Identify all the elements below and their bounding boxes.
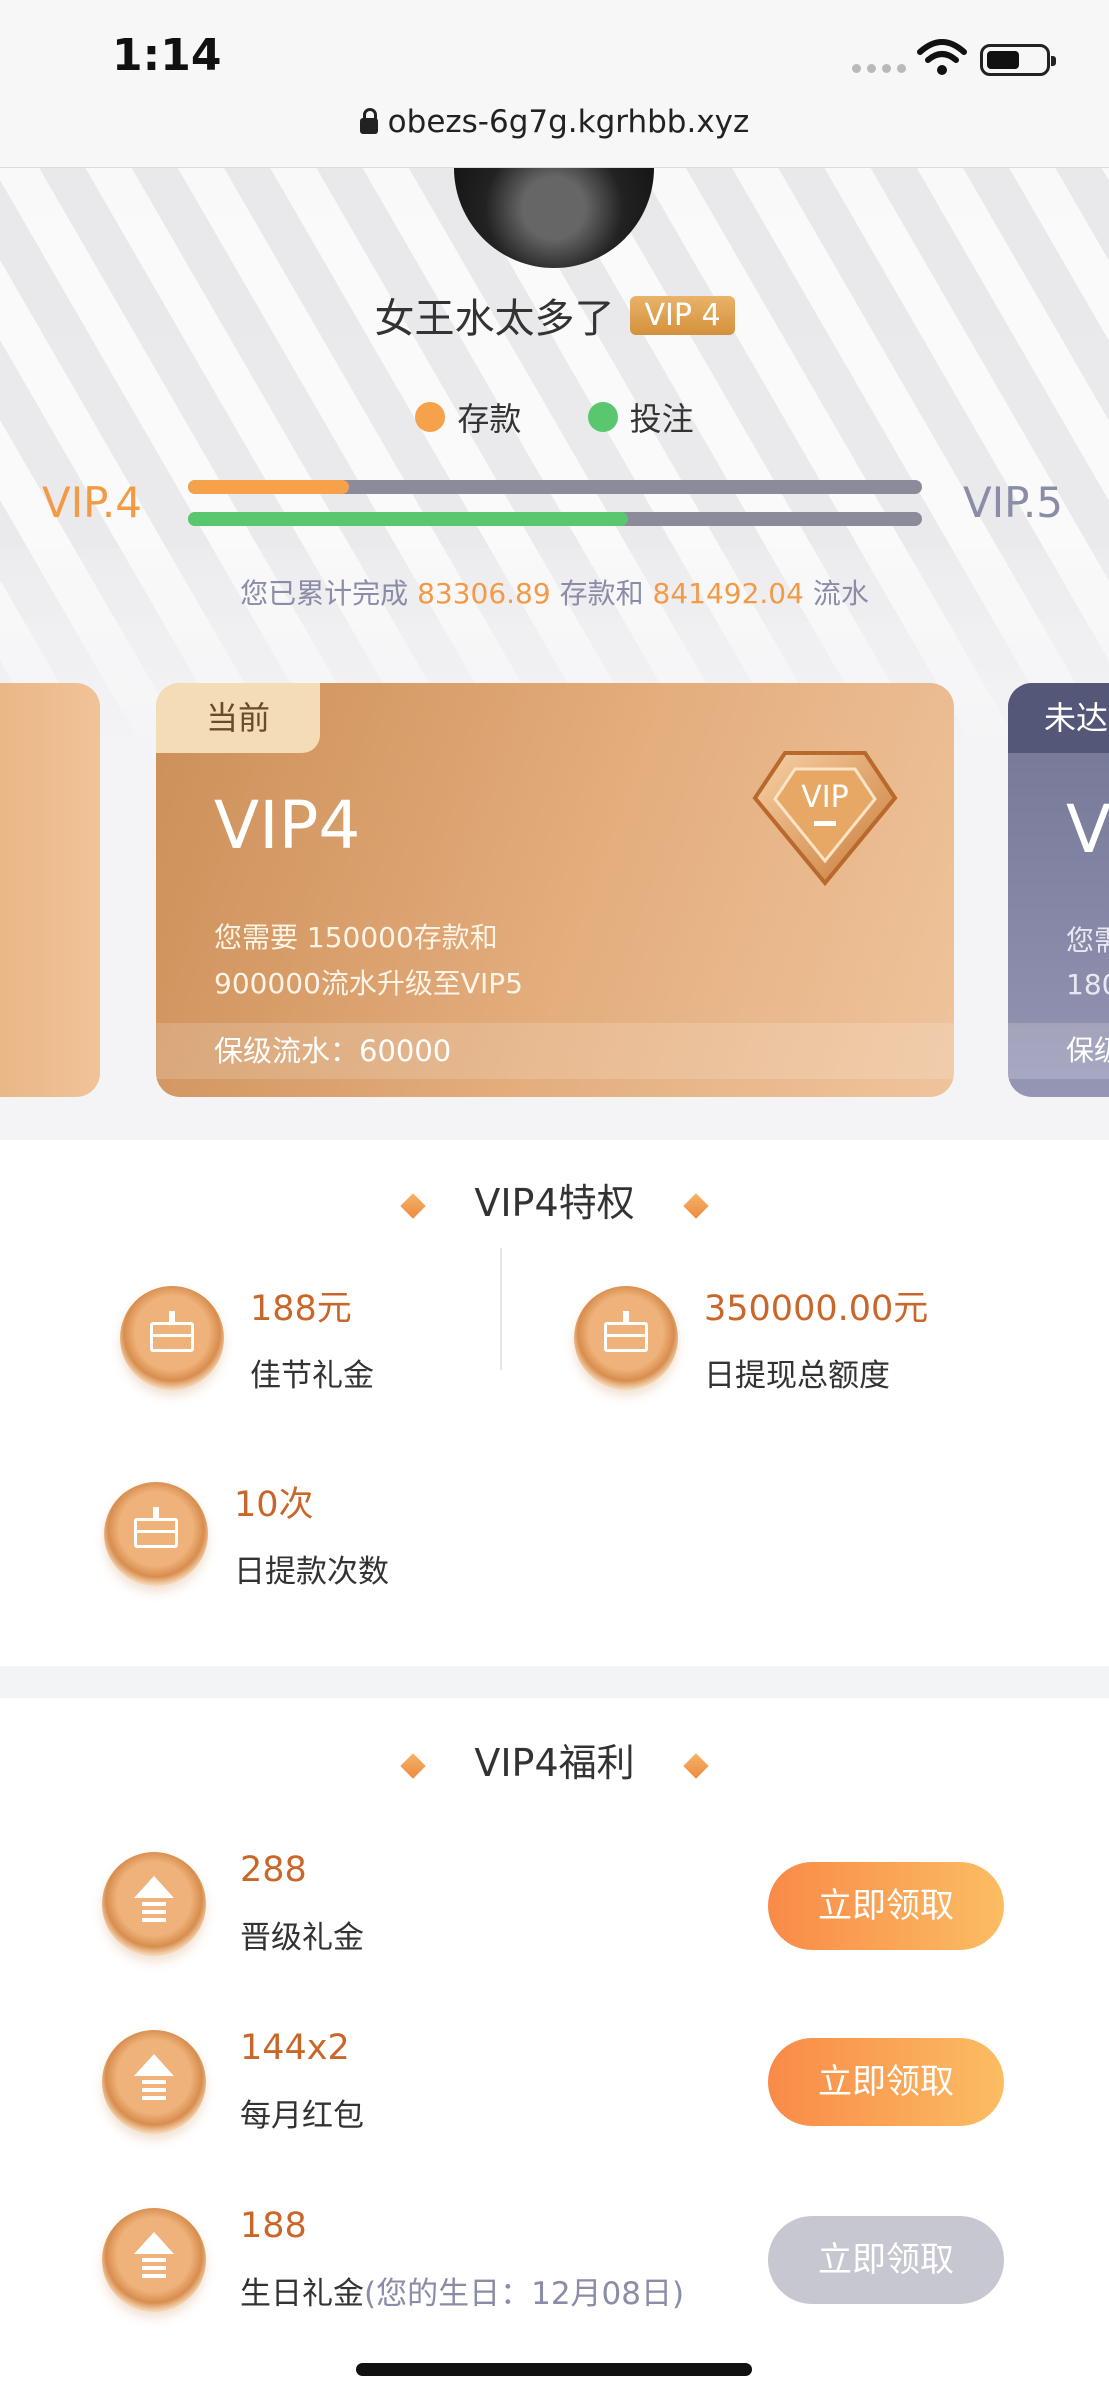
claim-monthly-redpacket-button[interactable]: 立即领取 xyxy=(768,2038,1004,2126)
progress-summary: 您已累计完成 83306.89 存款和 841492.04 流水 xyxy=(240,577,869,610)
vip-level-badge: VIP 4 xyxy=(630,295,735,335)
username-row: 女王水太多了 VIP 4 xyxy=(0,286,1109,344)
not-reached-tag: 未达 xyxy=(1008,683,1109,753)
green-dot-icon xyxy=(587,402,618,432)
legend-deposit: 存款 xyxy=(415,394,521,440)
divider xyxy=(500,1248,502,1370)
vip-card-next[interactable]: 未达 V 您需 180 保级 xyxy=(1008,683,1109,1097)
diamond-icon xyxy=(682,1192,709,1219)
current-tag: 当前 xyxy=(156,683,320,753)
bet-progress-bar xyxy=(188,512,922,526)
legend-bet: 投注 xyxy=(587,394,694,440)
deposit-progress-bar xyxy=(188,480,922,494)
card-title: VIP4 xyxy=(214,787,361,864)
battery-icon xyxy=(980,44,1056,76)
orange-dot-icon xyxy=(415,402,446,432)
benefit-value: 144x2 xyxy=(240,2028,350,2068)
svg-text:VIP: VIP xyxy=(801,780,848,815)
privilege-value: 188元 xyxy=(250,1289,352,1329)
home-indicator xyxy=(356,2363,752,2376)
privilege-label: 佳节礼金 xyxy=(250,1358,374,1394)
address-bar[interactable]: obezs-6g7g.kgrhbb.xyz xyxy=(0,104,1109,140)
benefit-label: 晋级礼金 xyxy=(240,1920,364,1956)
gift-box-icon xyxy=(120,1286,224,1390)
vip-card-previous[interactable] xyxy=(0,683,100,1097)
status-time: 1:14 xyxy=(112,30,222,81)
retention-turnover: 保级流水：60000 xyxy=(156,1023,954,1079)
lock-icon xyxy=(359,108,378,134)
avatar[interactable] xyxy=(454,168,654,268)
wifi-icon xyxy=(917,39,967,75)
diamond-icon xyxy=(682,1752,709,1779)
gift-box-icon xyxy=(104,1482,208,1586)
benefit-label: 生日礼金(您的生日：12月08日) xyxy=(240,2276,685,2312)
username: 女王水太多了 xyxy=(374,296,615,342)
privileges-title: VIP4特权 xyxy=(0,1172,1109,1227)
upgrade-arrow-icon xyxy=(102,2208,206,2312)
privilege-label: 日提现总额度 xyxy=(704,1358,890,1394)
progress-legend: 存款 投注 xyxy=(0,394,1109,440)
upgrade-requirement: 您需要 150000存款和 900000流水升级至VIP5 xyxy=(214,921,523,1000)
claim-birthday-bonus-button[interactable]: 立即领取 xyxy=(768,2216,1004,2304)
upgrade-arrow-icon xyxy=(102,2030,206,2134)
benefit-value: 188 xyxy=(240,2206,307,2246)
gift-box-icon xyxy=(574,1286,678,1390)
current-level-label: VIP.4 xyxy=(42,478,142,527)
privilege-label: 日提款次数 xyxy=(234,1554,389,1590)
deposit-progress-fill xyxy=(188,480,350,494)
browser-status-bar: 1:14 obezs-6g7g.kgrhbb.xyz xyxy=(0,0,1109,168)
benefits-title: VIP4福利 xyxy=(0,1732,1109,1787)
url-text: obezs-6g7g.kgrhbb.xyz xyxy=(387,104,750,140)
signal-icon xyxy=(852,64,906,73)
birthday-note: (您的生日：12月08日) xyxy=(364,2276,685,2312)
privileges-section: VIP4特权 188元 佳节礼金 350000.00元 日提现总额度 10次 日… xyxy=(0,1140,1109,1666)
benefit-value: 288 xyxy=(240,1850,307,1890)
claim-upgrade-bonus-button[interactable]: 立即领取 xyxy=(768,1862,1004,1950)
bet-progress-fill xyxy=(188,512,629,526)
deposit-total: 83306.89 xyxy=(417,577,551,610)
next-level-label: VIP.5 xyxy=(963,478,1063,527)
diamond-icon xyxy=(400,1192,427,1219)
privilege-value: 10次 xyxy=(234,1485,314,1525)
vip-header: 女王水太多了 VIP 4 存款 投注 VIP.4 VIP.5 您已累计完成 833… xyxy=(0,168,1109,1140)
benefit-label: 每月红包 xyxy=(240,2098,364,2134)
turnover-total: 841492.04 xyxy=(652,577,804,610)
upgrade-arrow-icon xyxy=(102,1852,206,1956)
privilege-value: 350000.00元 xyxy=(704,1289,929,1329)
benefits-section: VIP4福利 288 晋级礼金 立即领取 144x2 每月红包 立即领取 188… xyxy=(0,1698,1109,2400)
diamond-icon xyxy=(400,1752,427,1779)
vip-diamond-badge-icon: VIP xyxy=(752,751,898,887)
vip-card-current[interactable]: 当前 VIP4 VIP 您需要 150000存款和 900000流水升级至VIP… xyxy=(156,683,954,1097)
